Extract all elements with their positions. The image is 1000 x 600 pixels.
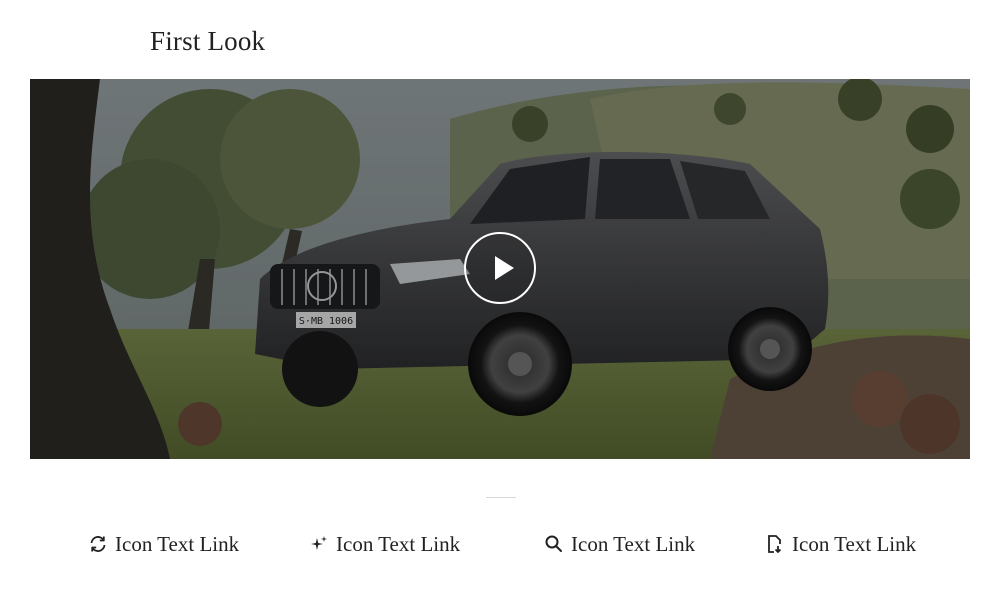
search-icon	[544, 534, 564, 554]
hero-video[interactable]: S·MB 1006	[30, 79, 970, 459]
sparkle-icon	[309, 534, 329, 554]
link-label: Icon Text Link	[571, 532, 696, 556]
link-label: Icon Text Link	[792, 532, 917, 556]
icon-text-link-sparkle[interactable]: Icon Text Link	[309, 530, 460, 558]
play-icon	[495, 256, 514, 280]
icon-text-link-refresh[interactable]: Icon Text Link	[88, 530, 239, 558]
refresh-icon	[88, 534, 108, 554]
icon-text-link-document[interactable]: Icon Text Link	[765, 530, 916, 558]
page-title: First Look	[150, 26, 266, 56]
link-label: Icon Text Link	[115, 532, 240, 556]
divider	[486, 497, 516, 498]
document-download-icon	[765, 534, 785, 554]
play-button[interactable]	[464, 232, 536, 304]
page: First Look S·MB 1006 Icon Text Link Icon…	[0, 0, 1000, 600]
link-label: Icon Text Link	[336, 532, 461, 556]
icon-text-link-search[interactable]: Icon Text Link	[544, 530, 695, 558]
